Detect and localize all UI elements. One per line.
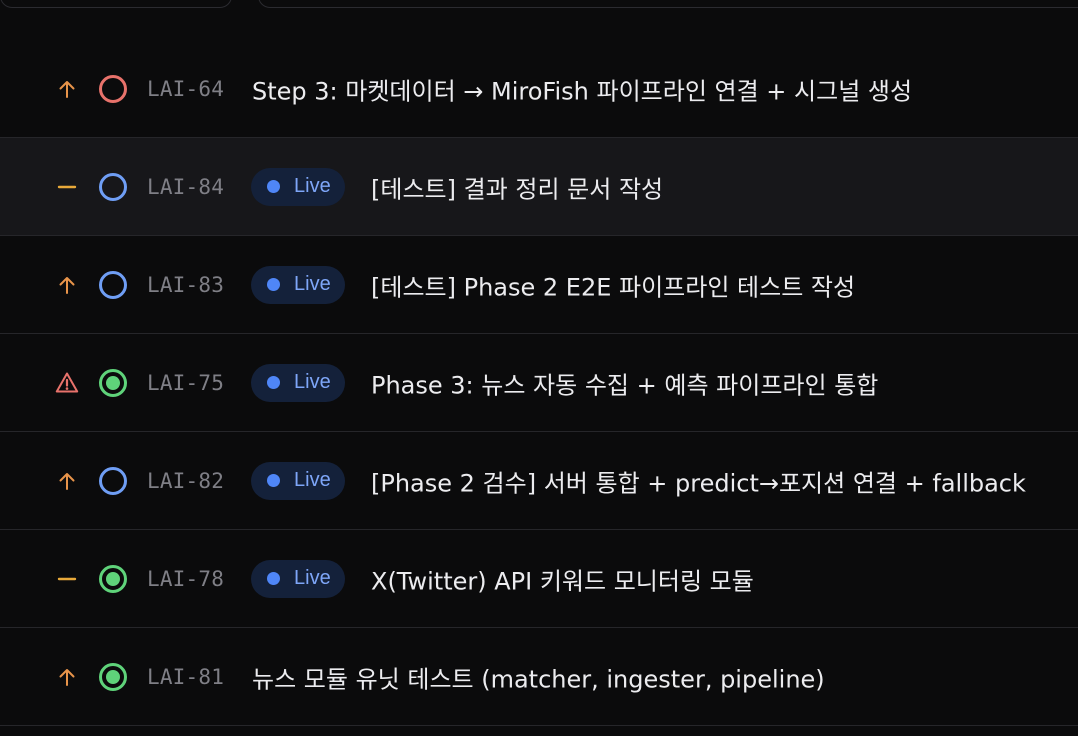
toolbar [0,0,1078,40]
status-in-progress-icon[interactable] [97,563,129,595]
live-badge[interactable]: Live [251,363,345,402]
issue-row[interactable]: LAI-81 뉴스 모듈 유닛 테스트 (matcher, ingester, … [0,628,1078,726]
issue-list: LAI-64 Step 3: 마켓데이터 → MiroFish 파이프라인 연결… [0,40,1078,726]
live-label: Live [294,175,331,197]
live-badge[interactable]: Live [251,265,345,304]
priority-medium-icon[interactable] [54,174,80,200]
issue-title[interactable]: [Phase 2 검수] 서버 통합 + predict→포지션 연결 + fa… [371,463,1026,498]
live-badge[interactable]: Live [251,167,345,206]
issue-title[interactable]: 뉴스 모듈 유닛 테스트 (matcher, ingester, pipelin… [252,659,825,694]
live-label: Live [294,567,331,589]
issue-row[interactable]: LAI-82 Live [Phase 2 검수] 서버 통합 + predict… [0,432,1078,530]
issue-row[interactable]: LAI-84 Live [테스트] 결과 정리 문서 작성 [0,138,1078,236]
priority-high-icon[interactable] [54,272,80,298]
live-dot-icon [267,474,280,487]
status-in-progress-icon[interactable] [97,661,129,693]
issue-title[interactable]: X(Twitter) API 키워드 모니터링 모듈 [371,561,754,596]
live-dot-icon [267,376,280,389]
priority-medium-icon[interactable] [54,566,80,592]
live-dot-icon [267,180,280,193]
issue-title[interactable]: Step 3: 마켓데이터 → MiroFish 파이프라인 연결 + 시그널 … [252,71,912,106]
issue-row[interactable]: LAI-75 Live Phase 3: 뉴스 자동 수집 + 예측 파이프라인… [0,334,1078,432]
issue-id: LAI-81 [147,664,225,689]
live-label: Live [294,469,331,491]
issue-id: LAI-84 [147,174,225,199]
live-badge[interactable]: Live [251,461,345,500]
issue-id: LAI-64 [147,76,225,101]
issue-row[interactable]: LAI-83 Live [테스트] Phase 2 E2E 파이프라인 테스트 … [0,236,1078,334]
priority-high-icon[interactable] [54,664,80,690]
issue-row[interactable]: LAI-78 Live X(Twitter) API 키워드 모니터링 모듈 [0,530,1078,628]
status-todo-icon[interactable] [97,465,129,497]
live-dot-icon [267,572,280,585]
search-bar[interactable] [258,0,1078,8]
live-dot-icon [267,278,280,291]
priority-high-icon[interactable] [54,468,80,494]
status-in-progress-icon[interactable] [97,367,129,399]
priority-high-icon[interactable] [54,76,80,102]
live-label: Live [294,273,331,295]
priority-urgent-warning-icon[interactable] [54,370,80,396]
issue-id: LAI-78 [147,566,225,591]
status-todo-icon[interactable] [97,171,129,203]
live-badge[interactable]: Live [251,559,345,598]
issue-id: LAI-82 [147,468,225,493]
issue-id: LAI-83 [147,272,225,297]
issue-title[interactable]: [테스트] Phase 2 E2E 파이프라인 테스트 작성 [371,267,855,302]
issue-title[interactable]: Phase 3: 뉴스 자동 수집 + 예측 파이프라인 통합 [371,365,878,400]
filter-pill[interactable] [0,0,232,8]
live-label: Live [294,371,331,393]
issue-row[interactable]: LAI-64 Step 3: 마켓데이터 → MiroFish 파이프라인 연결… [0,40,1078,138]
issue-id: LAI-75 [147,370,225,395]
status-todo-icon[interactable] [97,269,129,301]
issue-title[interactable]: [테스트] 결과 정리 문서 작성 [371,169,663,204]
status-todo-icon[interactable] [97,73,129,105]
